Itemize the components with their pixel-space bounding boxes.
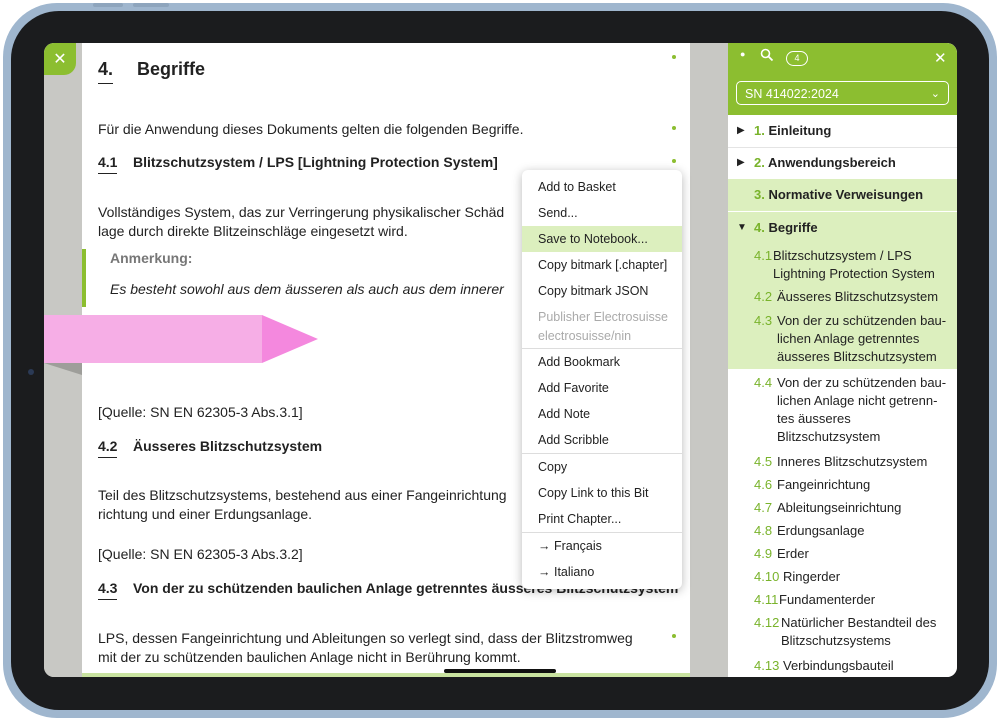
menu-item-copy-bitmark-json[interactable]: Copy bitmark JSON [522, 278, 682, 304]
toc-item-4-6[interactable]: 4.6 Fangeinrichtung [728, 474, 957, 497]
margin-dot[interactable] [672, 634, 676, 638]
menu-item-save-to-notebook[interactable]: Save to Notebook... [522, 226, 682, 252]
expand-arrow-icon[interactable]: ▶ [737, 157, 745, 168]
bookmark-ribbon[interactable] [44, 315, 262, 363]
home-indicator[interactable] [444, 669, 556, 673]
term-number: 4.2 [98, 438, 118, 458]
menu-item-add-bookmark[interactable]: Add Bookmark [522, 349, 682, 375]
document-select-value: SN 414022:2024 [745, 87, 839, 101]
term-definition: Vollständiges System, das zur Verringeru… [98, 204, 505, 220]
menu-item-send[interactable]: Send... [522, 200, 682, 226]
bookmark-ribbon-tip[interactable] [262, 315, 318, 363]
publisher-id: electrosuisse/nin [538, 329, 632, 343]
margin-dot[interactable] [672, 55, 676, 59]
menu-item-italiano[interactable]: → Italiano [522, 559, 682, 585]
margin-dot[interactable] [672, 159, 676, 163]
results-count-badge[interactable]: 4 [786, 51, 808, 66]
chevron-down-icon: ⌄ [930, 88, 940, 100]
app-screen: ✕ 4. Begriffe Für die Anwendung dieses D… [44, 43, 957, 677]
toc-item-4-8[interactable]: 4.8 Erdungsanlage [728, 520, 957, 543]
note-text: Es besteht sowohl aus dem äusseren als a… [110, 281, 504, 297]
toc-item-4-9[interactable]: 4.9 Erder [728, 543, 957, 566]
document-select[interactable]: SN 414022:2024 ⌄ [736, 81, 949, 105]
publisher-name: Publisher Electrosuisse [538, 310, 668, 324]
note-accent-bar [82, 249, 86, 307]
toc-item-4-2[interactable]: 4.2 Äusseres Blitzschutzsystem [728, 285, 957, 309]
toc-item-4-12[interactable]: 4.12 Natürlicher Bestandteil des Blitzsc… [728, 612, 957, 653]
menu-item-print-chapter[interactable]: Print Chapter... [522, 506, 682, 532]
progress-strip [82, 673, 690, 677]
toc-item-normative-verweisungen[interactable]: 3. Normative Verweisungen [728, 179, 957, 211]
menu-item-add-note[interactable]: Add Note [522, 401, 682, 427]
menu-item-publisher: Publisher Electrosuisse electrosuisse/ni… [522, 304, 682, 348]
source-reference: [Quelle: SN EN 62305-3 Abs.3.2] [98, 546, 303, 562]
term-definition: Teil des Blitzschutzsystems, bestehend a… [98, 487, 507, 503]
term-title: Äusseres Blitzschutzsystem [133, 438, 323, 454]
menu-item-add-favorite[interactable]: Add Favorite [522, 375, 682, 401]
toc-item-4-7[interactable]: 4.7 Ableitungseinrichtung [728, 497, 957, 520]
term-definition: mit der zu schützenden baulichen Anlage … [98, 649, 521, 665]
right-gutter [690, 43, 728, 677]
term-definition: lage durch direkte Blitzeinschläge einge… [98, 223, 408, 239]
toc-item-4-4[interactable]: 4.4 Von der zu schützenden bau- lichen A… [728, 369, 957, 449]
source-reference: [Quelle: SN EN 62305-3 Abs.3.1] [98, 404, 303, 420]
margin-dot[interactable] [672, 126, 676, 130]
sidebar-header: ● 4 ✕ SN 414022:2024 ⌄ [728, 43, 957, 115]
toc-item-4-11[interactable]: 4.11 Fundamenterder [728, 589, 957, 612]
toc-item-4-10[interactable]: 4.10 Ringerder [728, 566, 957, 589]
toc-item-einleitung[interactable]: ▶ 1. Einleitung [728, 115, 957, 148]
section-number: 4. [98, 59, 114, 84]
menu-item-francais[interactable]: → Français [522, 533, 682, 559]
menu-item-copy[interactable]: Copy [522, 454, 682, 480]
menu-item-add-scribble[interactable]: Add Scribble [522, 427, 682, 453]
term-number: 4.3 [98, 580, 118, 600]
note-label: Anmerkung: [110, 250, 193, 266]
close-reader-icon[interactable]: ✕ [44, 43, 76, 75]
menu-item-copy-bitmark-chapter[interactable]: Copy bitmark [.chapter] [522, 252, 682, 278]
term-number: 4.1 [98, 154, 118, 174]
toc-item-begriffe[interactable]: ▼ 4. Begriffe [728, 211, 957, 244]
term-definition: LPS, dessen Fangeinrichtung und Ableitun… [98, 630, 633, 646]
expand-arrow-icon[interactable]: ▶ [737, 125, 745, 136]
section-title: Begriffe [137, 59, 206, 79]
front-camera [28, 369, 34, 375]
toc-item-4-3[interactable]: 4.3 Von der zu schützenden bau- lichen A… [728, 309, 957, 369]
dot-icon[interactable]: ● [740, 49, 745, 59]
toc-item-4-5[interactable]: 4.5 Inneres Blitzschutzsystem [728, 451, 957, 474]
collapse-arrow-icon[interactable]: ▼ [737, 222, 747, 233]
menu-item-copy-link[interactable]: Copy Link to this Bit [522, 480, 682, 506]
toc-item-4-1[interactable]: 4.1 Blitzschutzsystem / LPS Lightning Pr… [728, 243, 957, 285]
toc-sidebar: ● 4 ✕ SN 414022:2024 ⌄ ▶ 1. Einleitung ▶… [728, 43, 957, 677]
term-title: Blitzschutzsystem / LPS [Lightning Prote… [133, 154, 498, 170]
context-menu: Add to Basket Send... Save to Notebook..… [522, 170, 682, 589]
toc-item-anwendungsbereich[interactable]: ▶ 2. Anwendungsbereich [728, 147, 957, 180]
search-icon[interactable] [760, 48, 774, 65]
close-icon[interactable]: ✕ [934, 49, 947, 67]
intro-text: Für die Anwendung dieses Dokuments gelte… [98, 121, 524, 137]
term-definition: richtung und einer Erdungsanlage. [98, 506, 313, 522]
menu-item-add-to-basket[interactable]: Add to Basket [522, 174, 682, 200]
toc-item-4-13[interactable]: 4.13 Verbindungsbauteil [728, 655, 957, 677]
